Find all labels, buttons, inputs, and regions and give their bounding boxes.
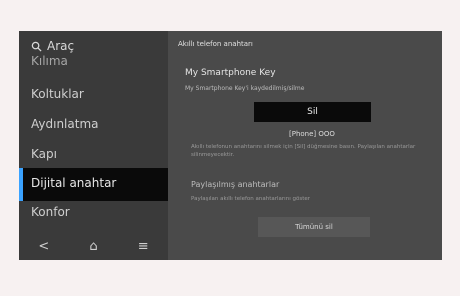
home-icon[interactable]: ⌂ [78,239,108,254]
phone-label: [Phone] OOO [289,130,335,138]
page-title: Akıllı telefon anahtarı [178,40,253,48]
selection-indicator [19,168,23,201]
sidebar-item-label: Dijital anahtar [31,176,117,190]
sidebar-item-aydinlatma[interactable]: Aydınlatma [31,117,99,131]
shared-keys-title: Paylaşılmış anahtarlar [191,180,280,189]
shared-keys-desc: Paylaşılan akıllı telefon anahtarlarını … [191,196,310,202]
bottom-nav: < ⌂ ≡ [19,233,168,260]
sidebar-item-label: Aydınlatma [31,117,99,131]
sidebar-item-label: Kılıma [31,54,68,68]
phone-description: Akıllı telefonun anahtarını silmek için … [191,144,416,158]
menu-icon[interactable]: ≡ [128,239,158,254]
content-panel: Akıllı telefon anahtarı My Smartphone Ke… [168,31,442,260]
sidebar-item-dijital-anahtar[interactable]: Dijital anahtar [19,168,168,201]
my-smartphone-key-title: My Smartphone Key [185,68,276,78]
infotainment-screen: Araç Kılıma Koltuklar Aydınlatma Kapı Di… [19,31,442,260]
sidebar-item-label: Konfor [31,205,70,219]
sidebar-item-label: Kapı [31,147,57,161]
delete-all-button[interactable]: Tümünü sil [258,217,370,237]
search-label: Araç [47,39,75,53]
sidebar-item-label: Koltuklar [31,87,84,101]
search-icon [31,41,42,52]
sidebar: Araç Kılıma Koltuklar Aydınlatma Kapı Di… [19,31,168,260]
delete-button[interactable]: Sil [254,102,371,122]
sidebar-item-koltuklar[interactable]: Koltuklar [31,87,84,101]
my-smartphone-key-desc: My Smartphone Key'i kaydedilmiş/silme [185,85,305,92]
search-bar[interactable]: Araç [31,39,74,53]
sidebar-item-klima[interactable]: Kılıma [31,54,68,68]
back-icon[interactable]: < [29,239,59,254]
sidebar-item-kapi[interactable]: Kapı [31,147,57,161]
sidebar-item-konfor[interactable]: Konfor [31,205,70,219]
